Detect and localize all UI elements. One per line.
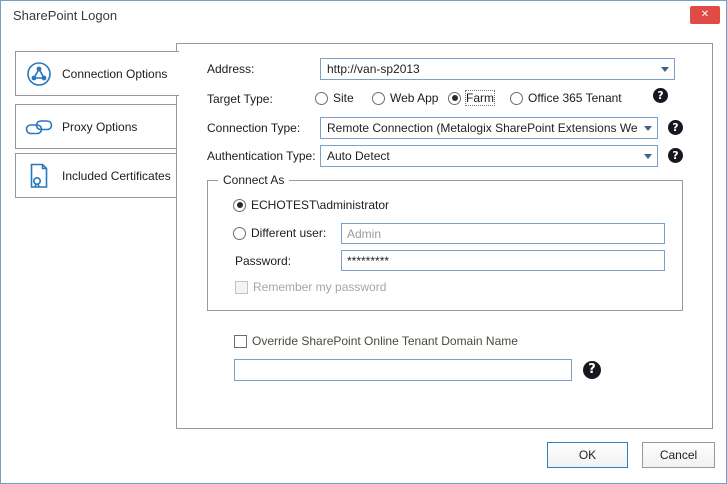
- connection-options-panel: Address: http://van-sp2013 Target Type: …: [176, 43, 713, 429]
- authentication-type-combobox[interactable]: Auto Detect: [320, 145, 658, 167]
- close-button[interactable]: ✕: [690, 6, 720, 24]
- titlebar: SharePoint Logon ✕: [1, 1, 726, 31]
- radio-site[interactable]: Site: [315, 91, 354, 105]
- ok-button[interactable]: OK: [547, 442, 628, 468]
- chevron-down-icon[interactable]: [639, 146, 657, 166]
- help-icon-authentication-type[interactable]: ?: [668, 148, 683, 163]
- help-icon-override[interactable]: ?: [583, 361, 601, 379]
- certificate-icon: [25, 162, 53, 190]
- close-icon: ✕: [701, 9, 709, 20]
- radio-icon: [510, 92, 523, 105]
- window-title: SharePoint Logon: [13, 8, 117, 23]
- ok-button-label: OK: [579, 448, 596, 462]
- connect-as-title: Connect As: [218, 173, 289, 187]
- radio-different-user[interactable]: Different user:: [233, 226, 326, 240]
- connect-as-group: Connect As ECHOTEST\administrator Differ…: [207, 180, 683, 311]
- remember-password-checkbox[interactable]: Remember my password: [235, 280, 386, 294]
- radio-farm[interactable]: Farm: [448, 91, 494, 105]
- connection-type-combobox[interactable]: Remote Connection (Metalogix SharePoint …: [320, 117, 658, 139]
- tab-label: Proxy Options: [62, 120, 137, 134]
- password-label: Password:: [235, 250, 291, 272]
- tab-proxy-options[interactable]: Proxy Options: [15, 104, 177, 149]
- cancel-button-label: Cancel: [660, 448, 697, 462]
- help-icon-connection-type[interactable]: ?: [668, 120, 683, 135]
- tab-label: Connection Options: [62, 67, 167, 81]
- address-combobox[interactable]: http://van-sp2013: [320, 58, 675, 80]
- connection-type-value: Remote Connection (Metalogix SharePoint …: [327, 118, 637, 138]
- radio-label: Site: [333, 91, 354, 105]
- tab-included-certificates[interactable]: Included Certificates: [15, 153, 177, 198]
- connection-type-label: Connection Type:: [207, 117, 300, 139]
- radio-icon: [233, 227, 246, 240]
- tab-connection-options[interactable]: Connection Options: [15, 51, 179, 96]
- override-tenant-checkbox[interactable]: Override SharePoint Online Tenant Domain…: [234, 334, 518, 348]
- address-value: http://van-sp2013: [327, 59, 654, 79]
- radio-label: Web App: [390, 91, 438, 105]
- override-tenant-label: Override SharePoint Online Tenant Domain…: [252, 334, 518, 348]
- different-user-input[interactable]: [341, 223, 665, 244]
- radio-current-user[interactable]: ECHOTEST\administrator: [233, 198, 389, 212]
- help-icon-target-type[interactable]: ?: [653, 88, 668, 103]
- radio-icon: [448, 92, 461, 105]
- chevron-down-icon[interactable]: [639, 118, 657, 138]
- radio-label: Farm: [466, 91, 494, 105]
- address-label: Address:: [207, 58, 254, 80]
- current-user-label: ECHOTEST\administrator: [251, 198, 389, 212]
- target-type-label: Target Type:: [207, 88, 273, 110]
- radio-icon: [233, 199, 246, 212]
- chain-links-icon: [25, 113, 53, 141]
- radio-office-365-tenant[interactable]: Office 365 Tenant: [510, 91, 622, 105]
- checkbox-icon: [234, 335, 247, 348]
- radio-icon: [372, 92, 385, 105]
- radio-label: Office 365 Tenant: [528, 91, 622, 105]
- radio-web-app[interactable]: Web App: [372, 91, 438, 105]
- checkbox-icon: [235, 281, 248, 294]
- radio-icon: [315, 92, 328, 105]
- different-user-label: Different user:: [251, 226, 326, 240]
- authentication-type-value: Auto Detect: [327, 146, 637, 166]
- network-nodes-icon: [25, 60, 53, 88]
- tab-label: Included Certificates: [62, 169, 171, 183]
- chevron-down-icon[interactable]: [656, 59, 674, 79]
- cancel-button[interactable]: Cancel: [642, 442, 715, 468]
- override-tenant-input[interactable]: [234, 359, 572, 381]
- password-input[interactable]: [341, 250, 665, 271]
- sharepoint-logon-dialog: SharePoint Logon ✕ Connection Options Pr…: [0, 0, 727, 484]
- remember-password-label: Remember my password: [253, 280, 386, 294]
- authentication-type-label: Authentication Type:: [207, 145, 316, 167]
